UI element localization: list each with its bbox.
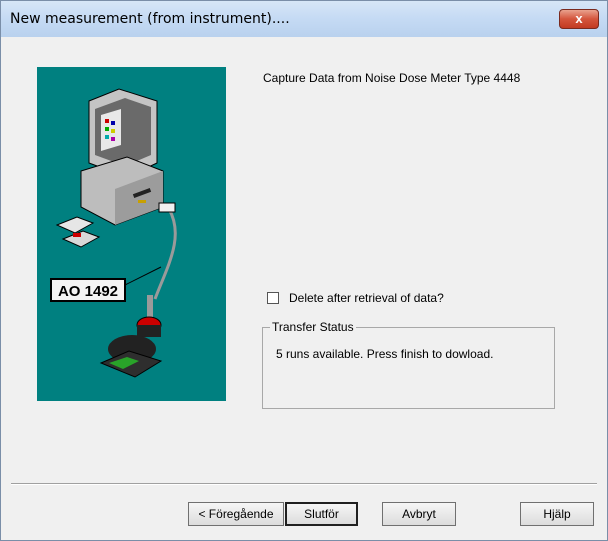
transfer-status-title: Transfer Status: [270, 320, 356, 334]
cancel-button[interactable]: Avbryt: [382, 502, 456, 526]
close-button[interactable]: x: [559, 9, 599, 29]
dialog-window: New measurement (from instrument).... x: [0, 0, 608, 541]
dialog-content: AO 1492 Capture Data from Noise Dose Met…: [1, 37, 607, 540]
button-separator: [11, 483, 597, 485]
window-title: New measurement (from instrument)....: [10, 11, 290, 27]
delete-after-retrieval-checkbox[interactable]: [267, 292, 279, 304]
finish-button[interactable]: Slutför: [285, 502, 358, 526]
delete-after-retrieval-label[interactable]: Delete after retrieval of data?: [289, 291, 444, 305]
computer-and-meter-illustration: AO 1492: [50, 88, 177, 378]
capture-heading: Capture Data from Noise Dose Meter Type …: [263, 71, 521, 85]
delete-after-retrieval-option[interactable]: Delete after retrieval of data?: [267, 290, 444, 306]
transfer-status-group: Transfer Status 5 runs available. Press …: [262, 320, 555, 409]
title-bar[interactable]: New measurement (from instrument).... x: [1, 1, 607, 37]
close-icon: x: [575, 11, 583, 26]
transfer-status-message: 5 runs available. Press finish to dowloa…: [276, 347, 494, 361]
instrument-label: AO 1492: [58, 283, 118, 300]
back-button[interactable]: < Föregående: [188, 502, 284, 526]
help-button[interactable]: Hjälp: [520, 502, 594, 526]
instrument-illustration: AO 1492: [37, 67, 226, 401]
